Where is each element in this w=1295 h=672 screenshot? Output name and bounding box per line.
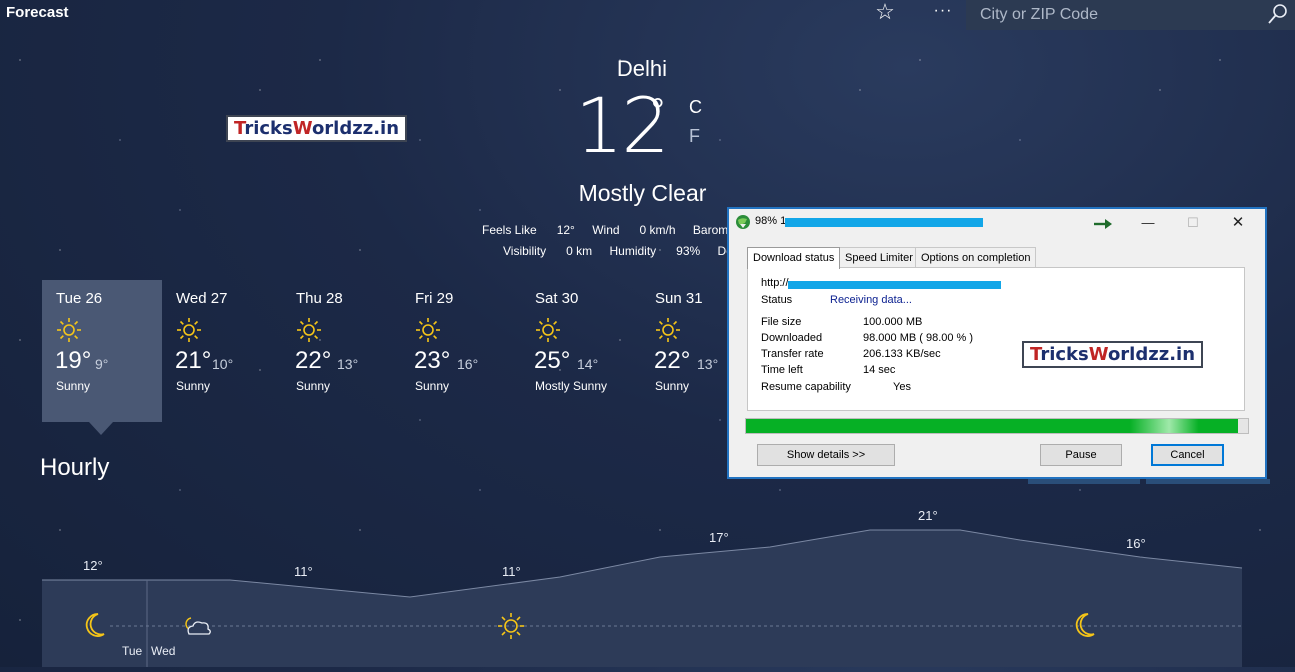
watermark-logo: TricksWorldzz.in — [226, 115, 408, 142]
progress-fill — [746, 419, 1238, 433]
time-left-value: 14 sec — [863, 364, 896, 376]
details-row-2: Visibility0 km Humidity93% Dev — [503, 244, 753, 258]
temperature-area — [42, 530, 1242, 667]
favorite-star-icon[interactable]: ☆ — [873, 0, 897, 26]
degree-symbol: ° — [651, 92, 665, 130]
hourly-temperature-graph — [42, 529, 1243, 667]
sun-icon — [177, 318, 201, 342]
redaction-bar — [785, 218, 983, 227]
resume-capability-value: Yes — [893, 381, 911, 393]
tab-speed-limiter[interactable]: Speed Limiter — [839, 247, 919, 268]
wind: Wind 0 km/h — [592, 223, 676, 237]
city-name: Delhi — [616, 56, 668, 81]
day-card[interactable]: Fri 29 23° 16° Sunny — [401, 280, 521, 422]
time-left-label: Time left — [761, 364, 803, 376]
current-condition: Mostly Clear — [578, 180, 707, 206]
downloaded-label: Downloaded — [761, 332, 823, 344]
url-label: http:// — [761, 277, 789, 289]
tab-options-on-completion[interactable]: Options on completion — [915, 247, 1037, 268]
search-input[interactable] — [978, 4, 1252, 26]
pause-button[interactable]: Pause — [1040, 444, 1122, 466]
download-dialog: 98% 1 — ☐ ✕ Download status Speed Limite… — [727, 207, 1267, 479]
hourly-temp-label: 21° — [918, 508, 938, 523]
dialog-title: 98% 1 — [755, 215, 787, 227]
arrow-icon — [1094, 219, 1112, 229]
hourly-day-label: Wed — [151, 644, 176, 658]
transfer-rate-label: Transfer rate — [761, 348, 824, 360]
obscured-button[interactable] — [1028, 479, 1140, 484]
visibility: Visibility 0 km — [503, 244, 593, 258]
sun-icon — [416, 318, 440, 342]
hourly-temp-label: 11° — [502, 564, 521, 579]
sun-icon — [297, 318, 321, 342]
redaction-bar — [788, 281, 1001, 289]
status-label: Status — [761, 294, 793, 306]
sun-icon — [656, 318, 680, 342]
show-details-button[interactable]: Show details >> — [757, 444, 895, 466]
maximize-button[interactable]: ☐ — [1172, 209, 1214, 237]
celsius-toggle[interactable]: C — [689, 97, 702, 118]
watermark-logo: TricksWorldzz.in — [1022, 341, 1204, 368]
hourly-temp-label: 17° — [709, 530, 729, 545]
downloaded-value: 98.000 MB ( 98.00 % ) — [863, 332, 974, 344]
hourly-temp-label: 12° — [83, 558, 103, 573]
sun-icon — [536, 318, 560, 342]
download-globe-icon — [736, 215, 750, 229]
file-size-label: File size — [761, 316, 802, 328]
minimize-button[interactable]: — — [1127, 209, 1169, 237]
selected-day-pointer — [89, 422, 113, 435]
search-icon[interactable] — [1267, 3, 1289, 25]
day-card[interactable]: Tue 26 19° 9° Sunny — [42, 280, 162, 422]
file-size-value: 100.000 MB — [863, 316, 923, 328]
download-status-panel: http:// Status Receiving data... File si… — [747, 267, 1245, 411]
status-value: Receiving data... — [830, 294, 912, 306]
hourly-temp-label: 11° — [294, 564, 313, 579]
more-options-icon[interactable]: ··· — [932, 0, 954, 24]
day-card[interactable]: Wed 27 21° 10° Sunny — [162, 280, 282, 422]
cancel-button[interactable]: Cancel — [1151, 444, 1224, 466]
hourly-chart: 12° 11° 11° 17° 21° 16° Tue Wed — [0, 500, 1295, 667]
title-bar: Forecast ☆ ··· — [0, 0, 1295, 30]
tab-download-status[interactable]: Download status — [747, 247, 841, 269]
search-box — [966, 0, 1295, 30]
humidity: Humidity 93% — [609, 244, 701, 258]
day-card[interactable]: Sat 30 25° 14° Mostly Sunny — [521, 280, 641, 422]
download-progress-bar — [745, 418, 1249, 434]
hourly-temp-label: 16° — [1126, 536, 1146, 551]
feels-like: Feels Like 12° — [482, 223, 575, 237]
hourly-day-label: Tue — [122, 644, 143, 658]
close-button[interactable]: ✕ — [1217, 209, 1259, 237]
transfer-rate-value: 206.133 KB/sec — [863, 348, 941, 360]
obscured-button[interactable] — [1146, 479, 1270, 484]
hourly-heading: Hourly — [40, 454, 110, 481]
day-card[interactable]: Thu 28 22° 13° Sunny — [282, 280, 402, 422]
details-row-1: Feels Like 12° Wind 0 km/h Baromet — [482, 223, 752, 237]
sun-icon — [57, 318, 81, 342]
app-title: Forecast — [6, 4, 69, 21]
resume-capability-label: Resume capability — [761, 381, 851, 393]
fahrenheit-toggle[interactable]: F — [689, 126, 700, 147]
